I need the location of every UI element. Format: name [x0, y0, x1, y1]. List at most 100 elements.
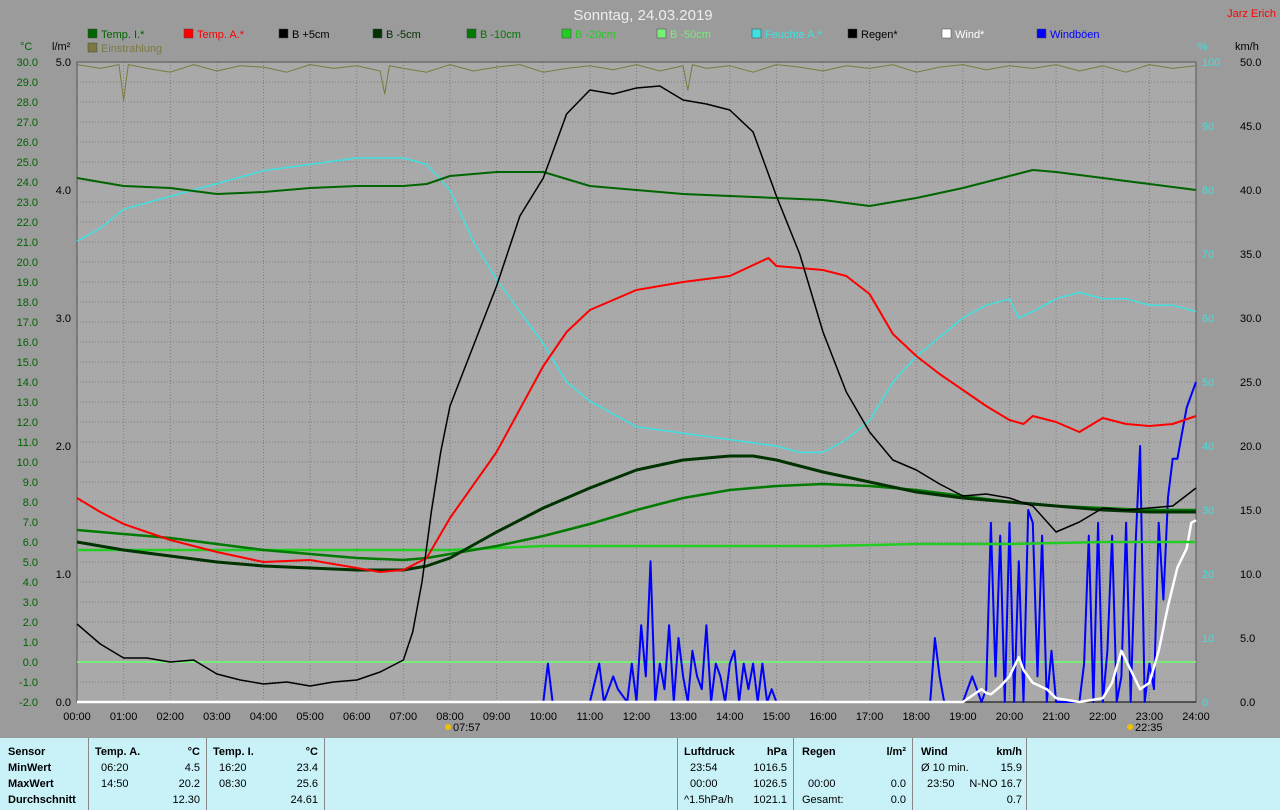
time-tick-label: 04:00 — [250, 711, 278, 723]
time-tick-label: 17:00 — [856, 711, 884, 723]
stats-temp-i: Temp. I. °C 16:20 23.4 08:30 25.6 24.61 — [207, 738, 325, 810]
pressure-average: 1021.1 — [753, 794, 787, 806]
sunset-marker: 22:35 — [1127, 722, 1163, 734]
time-tick-label: 22:00 — [1089, 711, 1117, 723]
temp-i-unit: °C — [305, 746, 318, 758]
rain-tick-label: 5.0 — [56, 57, 71, 69]
pressure-max-value: 1026.5 — [753, 778, 787, 790]
temp-a-unit: °C — [187, 746, 200, 758]
rain-tick-label: 2.0 — [56, 441, 71, 453]
temp-tick-label: 3.0 — [23, 597, 38, 609]
temp-tick-label: 14.0 — [17, 377, 38, 389]
wind-tick-label: 10.0 — [1240, 569, 1261, 581]
time-tick-label: 21:00 — [1042, 711, 1070, 723]
legend-label: Wind* — [955, 29, 985, 41]
chart-legend: Temp. I.* Temp. A.* B +5cm B -5cm B -10cm B -… — [87, 28, 1100, 55]
legend-item: Temp. I.* — [87, 28, 145, 41]
temp-tick-label: 15.0 — [17, 357, 38, 369]
time-tick-label: 10:00 — [529, 711, 557, 723]
max-label: MaxWert — [8, 778, 54, 790]
stats-wind: Wind km/h Ø 10 min. 15.9 23:50 N-NO 16.7 0.… — [913, 738, 1027, 810]
wind-tick-label: 25.0 — [1240, 377, 1261, 389]
legend-label: Windböen — [1050, 29, 1100, 41]
humidity-tick-label: 80 — [1202, 185, 1214, 197]
rain-total-label: Gesamt: — [802, 794, 844, 806]
humidity-tick-label: 100 — [1202, 57, 1220, 69]
humidity-tick-label: 50 — [1202, 377, 1214, 389]
temp-tick-label: 30.0 — [17, 57, 38, 69]
time-tick-label: 15:00 — [763, 711, 791, 723]
humidity-tick-label: 70 — [1202, 249, 1214, 261]
legend-label: Regen* — [861, 29, 898, 41]
time-tick-label: 14:00 — [716, 711, 744, 723]
temp-tick-label: -1.0 — [19, 677, 38, 689]
time-tick-label: 06:00 — [343, 711, 371, 723]
temp-tick-label: 2.0 — [23, 617, 38, 629]
legend-label: B +5cm — [292, 29, 330, 41]
wind-header: Wind — [921, 746, 948, 758]
temp-tick-label: 26.0 — [17, 137, 38, 149]
stats-rain: Regen l/m² 00:00 0.0 Gesamt: 0.0 — [794, 738, 913, 810]
temp-tick-label: 22.0 — [17, 217, 38, 229]
sensor-label: Sensor — [8, 746, 46, 758]
time-tick-label: 01:00 — [110, 711, 138, 723]
legend-label: Temp. I.* — [101, 29, 145, 41]
rain-header: Regen — [802, 746, 836, 758]
humidity-tick-label: 10 — [1202, 633, 1214, 645]
pressure-max-time: 00:00 — [690, 778, 718, 790]
wind-tick-label: 45.0 — [1240, 121, 1261, 133]
time-tick-label: 07:00 — [390, 711, 418, 723]
legend-item: B -20cm — [561, 28, 616, 41]
time-tick-label: 00:00 — [63, 711, 91, 723]
right-unit-percent: % — [1198, 41, 1208, 53]
temp-a-min-time: 06:20 — [101, 762, 129, 774]
time-axis: 00:00 01:00 02:00 03:00 04:00 05:00 06:00 07:00… — [63, 711, 1210, 723]
legend-label: Einstrahlung — [101, 43, 162, 55]
legend-label: B -5cm — [386, 29, 421, 41]
stats-temp-a: Temp. A. °C 06:20 4.5 14:50 20.2 12.30 — [89, 738, 207, 810]
legend-label: Feuchte A.* — [765, 29, 823, 41]
pressure-min-value: 1016.5 — [753, 762, 787, 774]
legend-swatch — [847, 28, 858, 39]
temp-tick-label: 18.0 — [17, 297, 38, 309]
legend-item: Einstrahlung — [87, 42, 162, 55]
legend-swatch — [372, 28, 383, 39]
chart-grid — [76, 61, 1197, 703]
legend-swatch — [751, 28, 762, 39]
legend-label: B -50cm — [670, 29, 711, 41]
temp-tick-label: 13.0 — [17, 397, 38, 409]
temp-tick-label: 19.0 — [17, 277, 38, 289]
humidity-tick-label: 0 — [1202, 697, 1208, 709]
wind-tick-label: 40.0 — [1240, 185, 1261, 197]
temp-tick-label: -2.0 — [19, 697, 38, 709]
legend-item: Windböen — [1036, 28, 1100, 41]
legend-swatch — [466, 28, 477, 39]
legend-item: Wind* — [941, 28, 985, 41]
wind-tick-label: 5.0 — [1240, 633, 1255, 645]
wind-tick-label: 50.0 — [1240, 57, 1261, 69]
chart-title: Sonntag, 24.03.2019 — [573, 7, 712, 24]
temp-tick-label: 16.0 — [17, 337, 38, 349]
temp-a-min-value: 4.5 — [184, 762, 200, 774]
rain-max-time: 00:00 — [808, 778, 836, 790]
time-tick-label: 24:00 — [1182, 711, 1210, 723]
temp-tick-label: 4.0 — [23, 577, 38, 589]
legend-item: B -5cm — [372, 28, 421, 41]
wind-avg-value: 15.9 — [1000, 762, 1022, 774]
sunrise-time: 07:57 — [453, 722, 481, 734]
rain-tick-label: 1.0 — [56, 569, 71, 581]
temp-tick-label: 28.0 — [17, 97, 38, 109]
time-tick-label: 05:00 — [296, 711, 324, 723]
temp-a-max-value: 20.2 — [178, 778, 200, 790]
pressure-trend: ^1.5hPa/h — [684, 794, 734, 806]
temp-tick-label: 29.0 — [17, 77, 38, 89]
rain-tick-label: 3.0 — [56, 313, 71, 325]
rain-tick-label: 4.0 — [56, 185, 71, 197]
humidity-tick-label: 20 — [1202, 569, 1214, 581]
wind-unit: km/h — [996, 746, 1022, 758]
min-label: MinWert — [8, 762, 52, 774]
temp-tick-label: 24.0 — [17, 177, 38, 189]
legend-swatch — [1036, 28, 1047, 39]
legend-label: B -20cm — [575, 29, 616, 41]
legend-swatch — [561, 28, 572, 39]
